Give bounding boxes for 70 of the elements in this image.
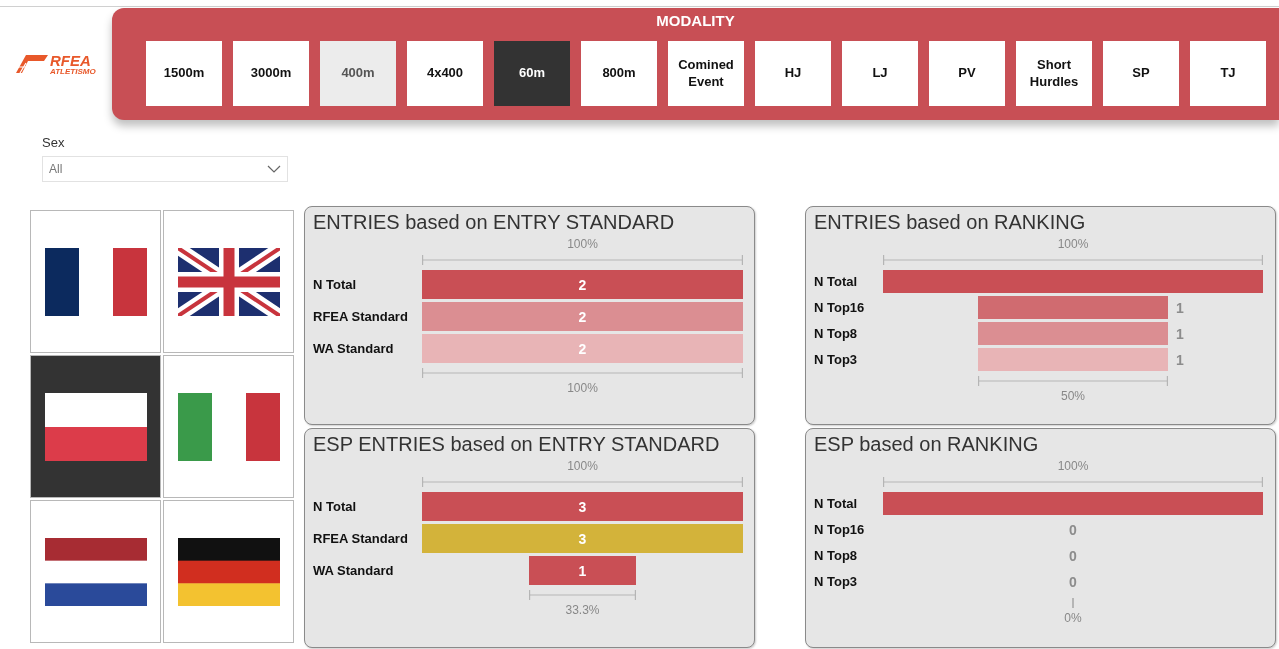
category-label: N Total [814,496,859,511]
value-label: 0 [1069,521,1077,538]
flag-icon [44,392,147,461]
category-label: RFEA Standard [313,531,409,546]
axis-label: 0% [1064,611,1082,626]
country-tile[interactable] [163,500,294,643]
axis-label: 100% [567,381,598,396]
modality-button[interactable]: SP [1103,41,1179,106]
chevron-icon [267,165,281,173]
country-tile[interactable] [30,355,161,498]
chart-title: ESP based on RANKING [814,433,1040,457]
logo-text: RFEA [50,52,92,68]
flag-icon [177,247,280,316]
modality-button[interactable]: 3000m [233,41,309,106]
axis-label: 33.3% [565,603,600,618]
value-label: 2 [578,340,587,357]
axis-label: 100% [567,459,598,474]
logo-subtext: ATLETISMO [50,67,96,76]
value-label: 0 [1069,547,1077,564]
chart-title: ENTRIES based on RANKING [814,211,1087,235]
value-label: 3 [578,498,587,515]
flag-icon [177,537,280,606]
filter-label: Sex [42,135,66,150]
country-tile[interactable] [30,500,161,643]
country-tile[interactable] [163,210,294,353]
panel-title: MODALITY [655,12,736,31]
value-label: 1 [1176,299,1184,316]
modality-button[interactable]: 800m [581,41,657,106]
category-label: N Top8 [814,548,859,563]
value-label: 1 [1176,351,1184,368]
category-label: N Total [313,499,358,514]
modality-button[interactable]: TJ [1190,41,1266,106]
value-label: 0 [1069,573,1077,590]
modality-button[interactable]: 4x400 [407,41,483,106]
category-label: WA Standard [313,563,395,578]
flag-icon [177,392,280,461]
category-label: N Top16 [814,300,866,315]
chart-title: ENTRIES based on ENTRY STANDARD [313,211,676,235]
value-label: 2 [578,308,587,325]
modality-button[interactable]: 60m [494,41,570,106]
category-label: RFEA Standard [313,309,409,324]
axis-line [1072,597,1074,609]
category-label: WA Standard [313,341,395,356]
value-label: 3 [578,530,587,547]
flag-icon [44,247,147,316]
country-tile[interactable] [163,355,294,498]
category-label: N Total [313,277,358,292]
value-label: 2 [578,276,587,293]
modality-button[interactable]: PV [929,41,1005,106]
chart-title: ESP ENTRIES based on ENTRY STANDARD [313,433,721,457]
modality-button[interactable]: Comined Event [668,41,744,106]
value-label: 1 [578,562,587,579]
modality-button[interactable]: LJ [842,41,918,106]
logo-icon [14,53,48,75]
flag-icon [44,537,147,606]
category-label: N Top3 [814,574,859,589]
axis-label: 50% [1061,389,1085,404]
axis-label: 100% [1057,459,1089,474]
value-label: 1 [1176,325,1184,342]
category-label: N Top8 [814,326,859,341]
sex-dropdown[interactable]: All [42,156,288,182]
category-label: N Total [814,274,859,289]
modality-button[interactable]: HJ [755,41,831,106]
axis-label: 100% [567,237,598,252]
axis-label: 100% [1057,237,1089,252]
country-tile[interactable] [30,210,161,353]
category-label: N Top3 [814,352,859,367]
category-label: N Top16 [814,522,866,537]
modality-button[interactable]: 1500m [146,41,222,106]
modality-button[interactable]: Short Hurdles [1016,41,1092,106]
